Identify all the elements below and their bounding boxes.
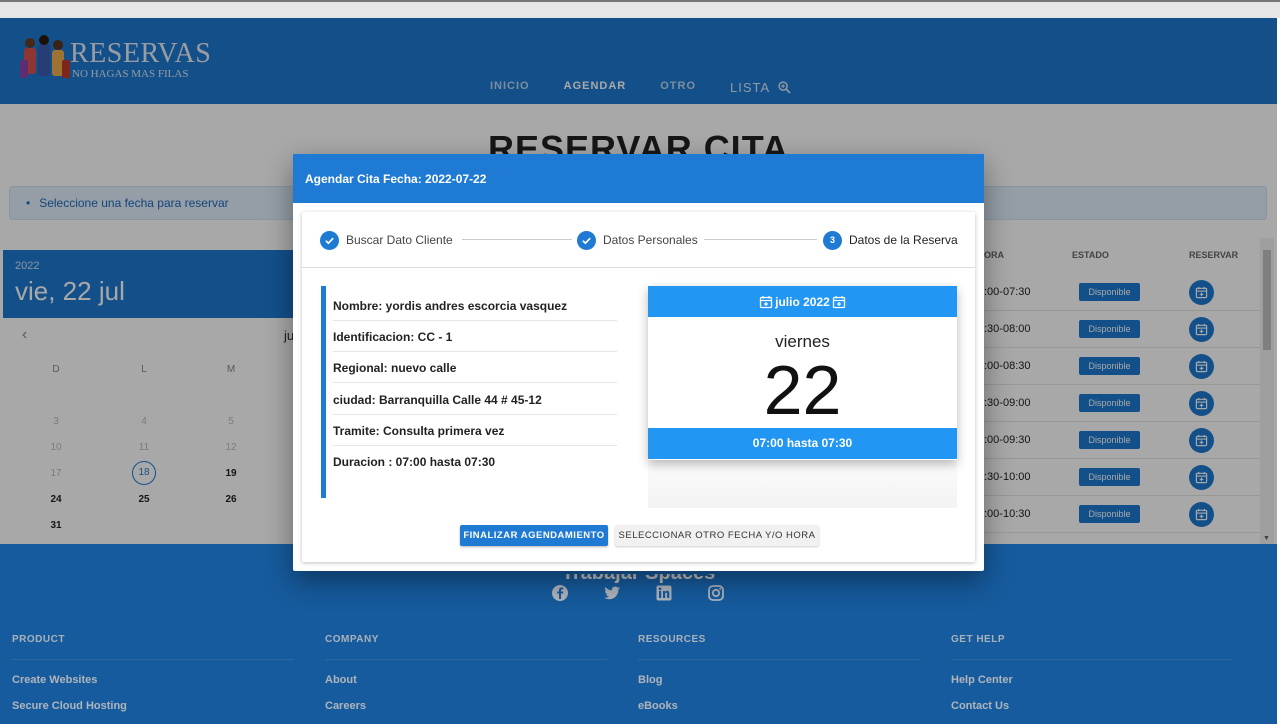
seleccionar-otra-fecha-button[interactable]: SELECCIONAR OTRO FECHA Y/O HORA	[615, 525, 819, 546]
step-buscar-dato-cliente[interactable]: Buscar Dato Cliente	[320, 230, 453, 250]
detail-duracion: Duracion : 07:00 hasta 07:30	[333, 455, 496, 469]
date-card: julio 2022 viernes 22 07:00 hasta 07:30	[648, 286, 957, 508]
booking-modal: Agendar Cita Fecha: 2022-07-22 Buscar Da…	[293, 154, 984, 571]
date-card-body: julio 2022 viernes 22 07:00 hasta 07:30	[648, 286, 957, 460]
step-label: Datos Personales	[603, 233, 698, 247]
calendar-plus-icon	[759, 295, 773, 308]
step-number-badge: 3	[823, 230, 842, 250]
calendar-plus-icon	[832, 295, 845, 308]
footer-dim-overlay	[0, 544, 1277, 724]
date-card-month: julio 2022	[775, 294, 830, 309]
date-card-month-bar: julio 2022	[648, 286, 957, 317]
step-connector	[704, 239, 817, 240]
detail-ciudad: ciudad: Barranquilla Calle 44 # 45-12	[333, 384, 617, 415]
modal-header: Agendar Cita Fecha: 2022-07-22	[293, 154, 984, 203]
check-icon	[577, 230, 596, 250]
detail-regional: Regional: nuevo calle	[333, 352, 617, 383]
footer: Trabajar Spaces PRODUCT Create Websites …	[0, 544, 1277, 724]
step-number: 3	[829, 235, 835, 245]
detail-identificacion: Identificacion: CC - 1	[333, 321, 617, 352]
reservation-details: Nombre: yordis andres escorcia vasquez I…	[321, 286, 617, 498]
browser-top-strip	[0, 0, 1280, 18]
detail-tramite: Tramite: Consulta primera vez	[333, 415, 617, 446]
detail-nombre: Nombre: yordis andres escorcia vasquez	[333, 290, 617, 321]
step-datos-reserva[interactable]: 3 Datos de la Reserva	[823, 230, 958, 250]
date-card-time: 07:00 hasta 07:30	[648, 428, 957, 459]
step-datos-personales[interactable]: Datos Personales	[577, 230, 698, 250]
modal-title: Agendar Cita Fecha: 2022-07-22	[305, 172, 487, 186]
stepper: Buscar Dato Cliente Datos Personales 3 D…	[302, 212, 975, 268]
step-connector	[462, 239, 572, 240]
finalizar-agendamiento-button[interactable]: FINALIZAR AGENDAMIENTO	[460, 525, 608, 546]
step-label: Datos de la Reserva	[849, 233, 958, 247]
step-label: Buscar Dato Cliente	[346, 233, 453, 247]
date-card-day: 22	[763, 351, 842, 429]
check-icon	[320, 230, 339, 250]
stepper-card: Buscar Dato Cliente Datos Personales 3 D…	[302, 212, 975, 562]
